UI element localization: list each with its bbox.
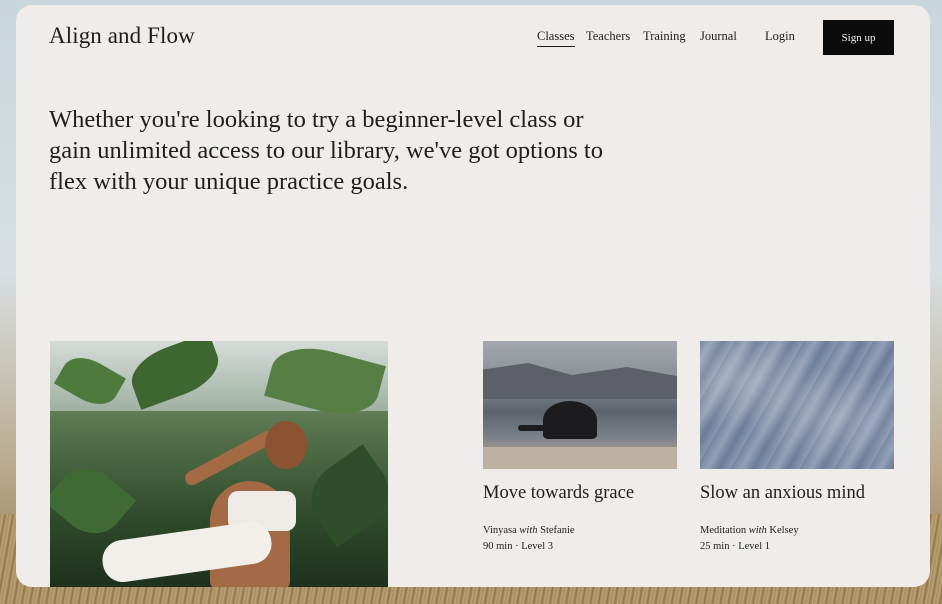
figure-head bbox=[265, 421, 307, 469]
signup-button[interactable]: Sign up bbox=[823, 20, 894, 55]
class-style: Meditation bbox=[700, 525, 747, 536]
intro-text: Whether you're looking to try a beginner… bbox=[49, 106, 603, 195]
with-label: with bbox=[748, 525, 767, 536]
class-teacher: Stefanie bbox=[540, 525, 575, 536]
with-label: with bbox=[519, 525, 538, 536]
class-duration: 25 min bbox=[700, 541, 730, 552]
class-meta-style: Vinyasa with Stefanie bbox=[483, 525, 575, 536]
login-link[interactable]: Login bbox=[765, 29, 795, 44]
palm-leaf bbox=[50, 455, 137, 547]
class-meta-details: 90 min · Level 3 bbox=[483, 541, 553, 552]
class-meta-details: 25 min · Level 1 bbox=[700, 541, 770, 552]
class-meta-style: Meditation with Kelsey bbox=[700, 525, 799, 536]
photo-shore bbox=[483, 447, 677, 469]
class-level: Level 3 bbox=[521, 541, 553, 552]
class-photo-lake[interactable] bbox=[483, 341, 677, 469]
class-style: Vinyasa bbox=[483, 525, 517, 536]
main-panel: Align and Flow Classes Teachers Training… bbox=[16, 5, 930, 587]
photo-mountain bbox=[483, 363, 677, 399]
nav-classes[interactable]: Classes bbox=[537, 29, 575, 47]
photo-yogi bbox=[543, 401, 597, 439]
yoga-photo-main bbox=[50, 341, 388, 587]
nav-teachers[interactable]: Teachers bbox=[586, 29, 630, 44]
class-photo-water[interactable] bbox=[700, 341, 894, 469]
figure-arm bbox=[182, 428, 278, 488]
palm-leaf bbox=[297, 444, 388, 548]
nav-journal[interactable]: Journal bbox=[700, 29, 737, 44]
class-level: Level 1 bbox=[738, 541, 770, 552]
brand-logo[interactable]: Align and Flow bbox=[49, 23, 195, 49]
class-title[interactable]: Move towards grace bbox=[483, 483, 634, 504]
class-title[interactable]: Slow an anxious mind bbox=[700, 483, 865, 504]
photo-yogi-leg bbox=[518, 425, 558, 431]
class-teacher: Kelsey bbox=[769, 525, 799, 536]
class-duration: 90 min bbox=[483, 541, 513, 552]
nav-training[interactable]: Training bbox=[643, 29, 686, 44]
